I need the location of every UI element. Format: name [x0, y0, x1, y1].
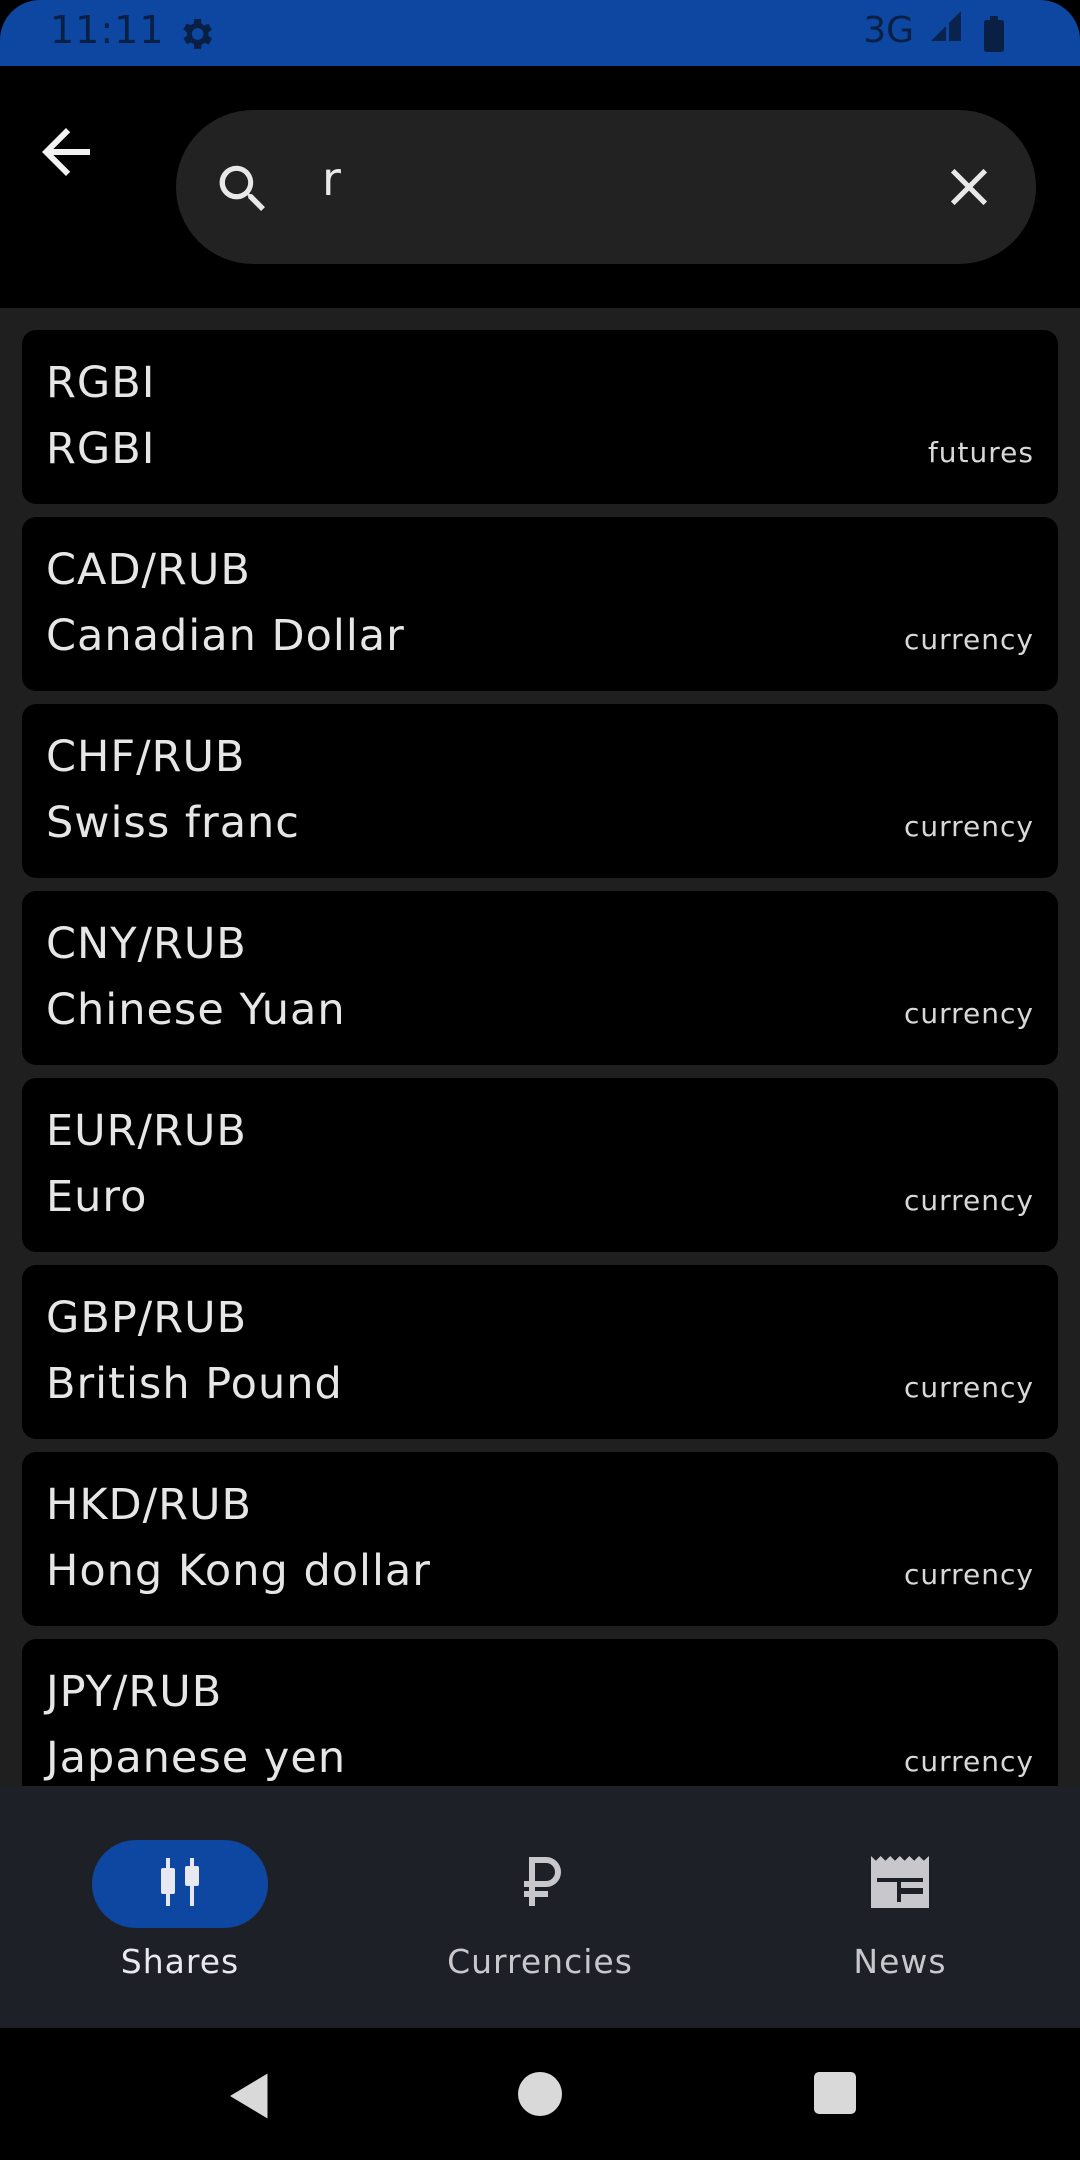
item-symbol: RGBI	[46, 358, 156, 408]
item-type: currency	[904, 1745, 1034, 1778]
newspaper-icon	[871, 1856, 929, 1912]
item-type: currency	[904, 623, 1034, 656]
nav-label-currencies: Currencies	[447, 1942, 633, 1981]
item-name: Canadian Dollar	[46, 611, 405, 661]
candlestick-icon	[158, 1858, 202, 1910]
list-item[interactable]: GBP/RUB British Pound currency	[22, 1265, 1058, 1439]
signal-icon	[928, 8, 964, 53]
search-input[interactable]: r	[322, 152, 341, 206]
system-home-icon[interactable]	[518, 2072, 562, 2116]
item-symbol: JPY/RUB	[46, 1667, 223, 1717]
nav-item-shares[interactable]: Shares	[0, 1786, 360, 2028]
system-navigation-bar	[0, 2028, 1080, 2160]
nav-indicator	[92, 1840, 268, 1928]
clear-icon[interactable]	[938, 156, 1000, 218]
item-symbol: CHF/RUB	[46, 732, 246, 782]
item-name: Hong Kong dollar	[46, 1546, 431, 1596]
ruble-icon	[518, 1856, 562, 1912]
list-item[interactable]: CHF/RUB Swiss franc currency	[22, 704, 1058, 878]
nav-indicator	[452, 1840, 628, 1928]
item-type: currency	[904, 1184, 1034, 1217]
item-type: currency	[904, 1371, 1034, 1404]
back-arrow-icon[interactable]	[30, 116, 102, 188]
settings-gear-icon	[176, 14, 216, 54]
item-symbol: CNY/RUB	[46, 919, 247, 969]
item-type: currency	[904, 1558, 1034, 1591]
search-bar[interactable]: r	[176, 110, 1036, 264]
system-back-icon[interactable]	[220, 2066, 280, 2126]
search-icon	[212, 158, 274, 220]
status-bar: 11:11 3G	[0, 0, 1080, 66]
search-results-list[interactable]: RGBI RGBI futures CAD/RUB Canadian Dolla…	[0, 308, 1080, 1786]
nav-item-news[interactable]: News	[720, 1786, 1080, 2028]
list-item[interactable]: RGBI RGBI futures	[22, 330, 1058, 504]
list-item[interactable]: CAD/RUB Canadian Dollar currency	[22, 517, 1058, 691]
list-item[interactable]: HKD/RUB Hong Kong dollar currency	[22, 1452, 1058, 1626]
item-name: British Pound	[46, 1359, 343, 1409]
bottom-navigation: Shares Currencies News	[0, 1786, 1080, 2028]
list-item[interactable]: CNY/RUB Chinese Yuan currency	[22, 891, 1058, 1065]
nav-label-shares: Shares	[120, 1942, 240, 1981]
status-time: 11:11	[50, 8, 165, 52]
item-name: Chinese Yuan	[46, 985, 346, 1035]
item-symbol: GBP/RUB	[46, 1293, 248, 1343]
item-symbol: EUR/RUB	[46, 1106, 247, 1156]
item-symbol: HKD/RUB	[46, 1480, 252, 1530]
nav-label-news: News	[853, 1942, 947, 1981]
item-type: currency	[904, 810, 1034, 843]
system-recents-icon[interactable]	[814, 2072, 856, 2114]
network-type: 3G	[863, 10, 914, 51]
item-type: futures	[927, 436, 1034, 469]
item-name: RGBI	[46, 424, 156, 474]
item-name: Swiss franc	[46, 798, 300, 848]
nav-indicator	[812, 1840, 988, 1928]
list-item[interactable]: EUR/RUB Euro currency	[22, 1078, 1058, 1252]
battery-icon	[984, 16, 1004, 52]
item-name: Japanese yen	[46, 1733, 347, 1783]
status-right: 3G	[863, 8, 1002, 53]
item-symbol: CAD/RUB	[46, 545, 251, 595]
nav-item-currencies[interactable]: Currencies	[360, 1786, 720, 2028]
item-name: Euro	[46, 1172, 148, 1222]
list-item[interactable]: JPY/RUB Japanese yen currency	[22, 1639, 1058, 1786]
item-type: currency	[904, 997, 1034, 1030]
